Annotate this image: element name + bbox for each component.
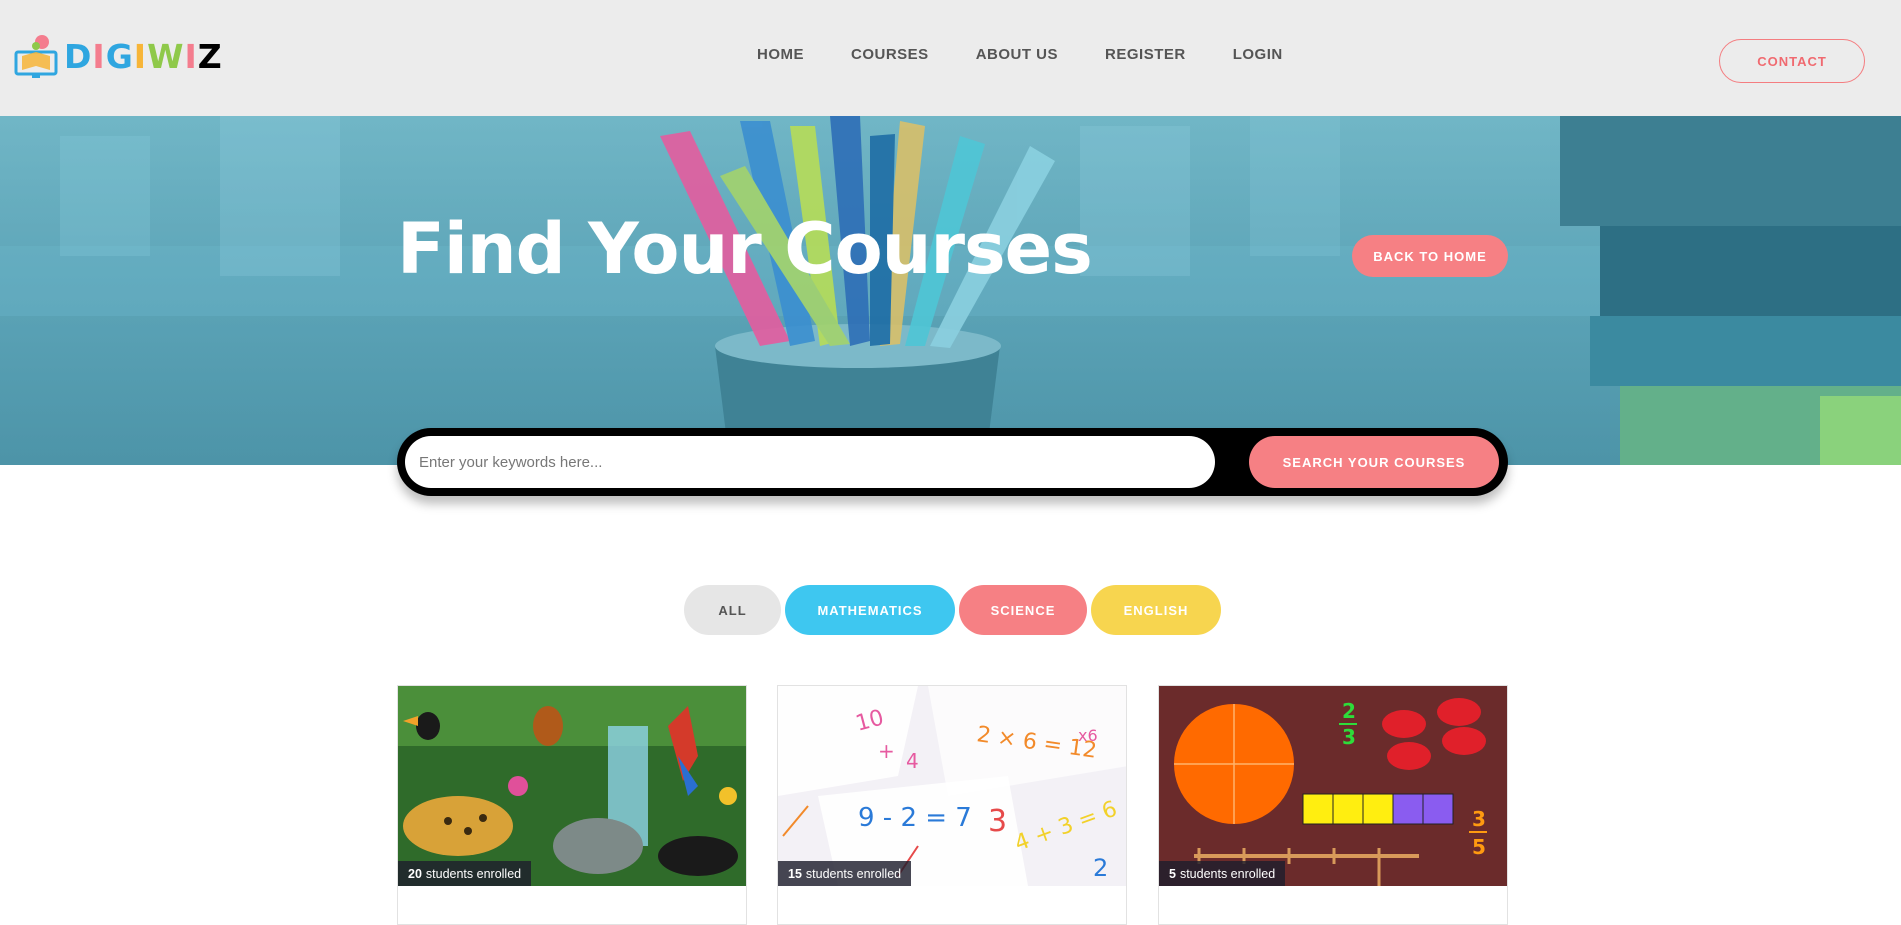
book-monitor-logo-icon	[14, 35, 58, 78]
back-to-home-button[interactable]: BACK TO HOME	[1352, 235, 1508, 277]
course-search-bar: SEARCH YOUR COURSES	[397, 428, 1508, 496]
math-text: 3	[988, 804, 1007, 839]
category-filters: ALL MATHEMATICS SCIENCE ENGLISH	[684, 585, 1221, 635]
contact-button[interactable]: CONTACT	[1719, 39, 1865, 83]
page-title: Find Your Courses	[397, 208, 1093, 290]
math-text: 2	[1093, 854, 1108, 882]
math-flashcards-image: 10 + 4 2 × 6 = 12 9 - 2 = 7 3 4 + 3 = 6 …	[778, 686, 1126, 886]
site-header: DIGIWIZ HOME COURSES ABOUT US REGISTER L…	[0, 0, 1901, 116]
fraction-denominator: 3	[1342, 725, 1356, 749]
search-input[interactable]	[405, 436, 1215, 488]
course-card[interactable]: 2 3 3 5 5 students enrolled	[1158, 685, 1508, 925]
filter-science[interactable]: SCIENCE	[959, 585, 1087, 635]
filter-mathematics[interactable]: MATHEMATICS	[785, 585, 955, 635]
nav-courses[interactable]: COURSES	[851, 46, 929, 63]
enrolled-badge: 15 students enrolled	[778, 861, 912, 886]
enrolled-badge: 5 students enrolled	[1159, 861, 1286, 886]
course-card[interactable]: 10 + 4 2 × 6 = 12 9 - 2 = 7 3 4 + 3 = 6 …	[777, 685, 1127, 925]
logo-wordmark: DIGIWIZ	[64, 36, 223, 76]
fractions-image: 2 3 3 5	[1159, 686, 1507, 886]
hero-banner: Find Your Courses BACK TO HOME	[0, 116, 1901, 465]
fraction-denominator: 5	[1472, 835, 1486, 859]
brand-logo[interactable]: DIGIWIZ	[14, 32, 223, 80]
nav-register[interactable]: REGISTER	[1105, 46, 1186, 63]
enrolled-badge: 20 students enrolled	[398, 861, 532, 886]
fraction-numerator: 2	[1342, 699, 1356, 723]
course-card[interactable]: 20 students enrolled	[397, 685, 747, 925]
pencil-cup-background-image	[0, 116, 1901, 465]
nav-login[interactable]: LOGIN	[1233, 46, 1283, 63]
jungle-animals-image	[398, 686, 746, 886]
nav-about-us[interactable]: ABOUT US	[976, 46, 1058, 63]
math-text: x6	[1078, 726, 1098, 745]
main-nav: HOME COURSES ABOUT US REGISTER LOGIN	[757, 46, 1330, 63]
math-text: 9 - 2 = 7	[858, 803, 972, 833]
search-courses-button[interactable]: SEARCH YOUR COURSES	[1249, 436, 1499, 488]
fraction-numerator: 3	[1472, 807, 1486, 831]
math-text: +	[878, 739, 895, 763]
filter-english[interactable]: ENGLISH	[1091, 585, 1221, 635]
nav-home[interactable]: HOME	[757, 46, 804, 63]
math-text: 4	[906, 749, 919, 773]
filter-all[interactable]: ALL	[684, 585, 781, 635]
